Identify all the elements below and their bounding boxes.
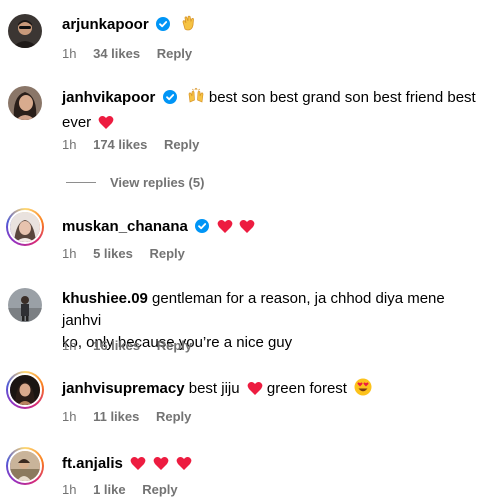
- reply-button[interactable]: Reply: [142, 482, 177, 497]
- red-heart-icon: [98, 116, 114, 129]
- comment-time: 1h: [62, 482, 77, 497]
- comment-username[interactable]: arjunkapoor: [62, 16, 149, 33]
- reply-button[interactable]: Reply: [157, 338, 192, 353]
- red-heart-icon: [217, 220, 233, 233]
- comment-username[interactable]: janhvisupremacy: [62, 380, 185, 397]
- comment-likes[interactable]: 1 like: [93, 482, 126, 497]
- verified-badge-icon: [162, 90, 177, 104]
- comment-time: 1h: [62, 338, 77, 353]
- view-replies-label: View replies (5): [110, 175, 205, 190]
- red-heart-icon: [176, 457, 192, 470]
- comment-body-cont: green forest: [262, 380, 347, 397]
- comment-likes[interactable]: 34 likes: [93, 46, 140, 61]
- comment-body: best son best grand son best friend best: [204, 89, 476, 106]
- comment-username[interactable]: janhvikapoor: [62, 89, 155, 106]
- comment-likes[interactable]: 5 likes: [93, 246, 133, 261]
- avatar[interactable]: [8, 288, 42, 322]
- red-heart-icon: [240, 220, 255, 233]
- reply-button[interactable]: Reply: [156, 409, 191, 424]
- comment-likes[interactable]: 174 likes: [93, 137, 147, 152]
- comment-meta: 1h 34 likes Reply: [62, 46, 205, 62]
- comment-text: muskan_chanana: [62, 216, 480, 238]
- red-heart-icon: [130, 457, 146, 470]
- comment-time: 1h: [62, 137, 77, 152]
- comment-meta: 1h 16 likes Reply: [62, 338, 205, 354]
- comment-meta: 1h 1 like Reply: [62, 482, 191, 498]
- avatar[interactable]: [6, 371, 44, 409]
- clapping-hands-icon: [180, 14, 198, 39]
- reply-button[interactable]: Reply: [149, 246, 184, 261]
- comment-likes[interactable]: 16 likes: [93, 338, 140, 353]
- avatar[interactable]: [6, 447, 44, 485]
- comment-likes[interactable]: 11 likes: [93, 409, 139, 424]
- comment-body-cont: ever: [62, 114, 92, 131]
- reply-button[interactable]: Reply: [157, 46, 192, 61]
- comment-username[interactable]: ft.anjalis: [62, 455, 123, 472]
- comment-username[interactable]: muskan_chanana: [62, 218, 188, 235]
- comment-text: janhvikapoor best son best grand son bes…: [62, 87, 480, 134]
- avatar[interactable]: [8, 86, 42, 120]
- view-replies-button[interactable]: View replies (5): [66, 175, 204, 190]
- comment-meta: 1h 11 likes Reply: [62, 409, 204, 425]
- comment-text: arjunkapoor: [62, 14, 480, 39]
- comment-username[interactable]: khushiee.09: [62, 290, 148, 307]
- avatar[interactable]: [8, 14, 42, 48]
- comment-text: ft.anjalis: [62, 453, 480, 475]
- comment-meta: 1h 5 likes Reply: [62, 246, 198, 262]
- comment-time: 1h: [62, 409, 77, 424]
- heart-eyes-icon: [354, 378, 372, 396]
- verified-badge-icon: [195, 219, 210, 233]
- reply-button[interactable]: Reply: [164, 137, 199, 152]
- verified-badge-icon: [155, 17, 170, 31]
- red-heart-icon: [153, 457, 169, 470]
- comment-time: 1h: [62, 46, 77, 61]
- comment-meta: 1h 174 likes Reply: [62, 137, 212, 153]
- avatar[interactable]: [6, 208, 44, 246]
- red-heart-icon: [247, 382, 263, 395]
- comment-body: best jiju: [184, 380, 240, 397]
- comment-text: janhvisupremacy best jiju green forest: [62, 378, 480, 400]
- comment-time: 1h: [62, 246, 77, 261]
- raised-hands-icon: [187, 87, 205, 112]
- view-replies-divider: [66, 182, 96, 183]
